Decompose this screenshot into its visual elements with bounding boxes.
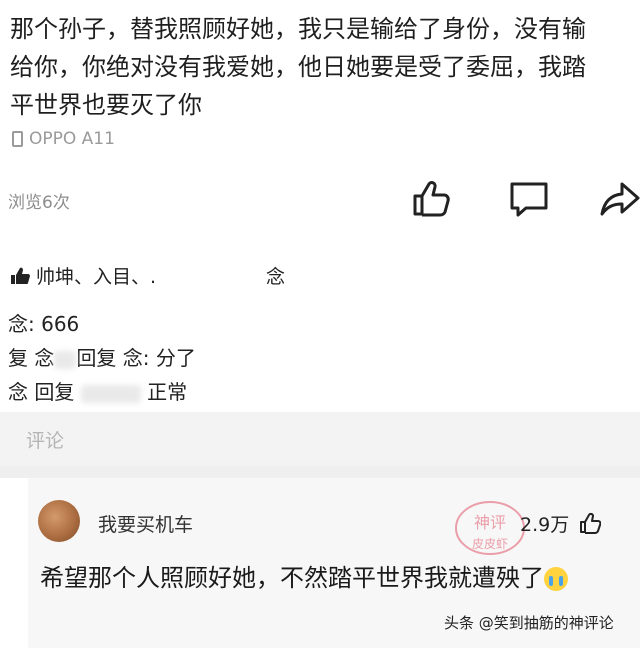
comment-author: 念 [8,380,28,404]
comment-author: 复 念 [8,346,55,370]
top-comment-body: 希望那个人照顾好她，不然踏平世界我就遭殃了 [40,564,544,592]
reply-label: 回复 [34,380,75,404]
watermark-line2: 皮皮虾 [472,537,508,551]
device-label: OPPO A11 [12,129,115,149]
device-name: OPPO A11 [29,129,115,149]
likers-tail: 念 [266,266,286,288]
comment-icon[interactable] [508,176,550,220]
post-text: 那个孙子，替我照顾好她，我只是输给了身份，没有输 给你，你绝对没有我爱她，他日她… [10,15,586,119]
section-divider [0,466,640,478]
top-comment-text: 希望那个人照顾好她，不然踏平世界我就遭殃了 [40,558,630,598]
post-screenshot: 那个孙子，替我照顾好她，我只是输给了身份，没有输 给你，你绝对没有我爱她，他日她… [0,0,640,466]
redacted-name [54,350,77,369]
redacted-name [80,384,141,403]
view-count: 浏览6次 [8,193,70,213]
share-icon[interactable] [600,176,640,220]
reply-label: 回复 [76,346,117,370]
thumbs-up-icon[interactable] [579,512,602,534]
avatar[interactable] [38,500,80,542]
likes-row: 帅坤、入目、. [10,262,156,289]
comment-username[interactable]: 我要买机车 [98,510,193,537]
small-thumbs-up-icon [11,267,30,284]
thumbs-up-icon[interactable] [410,176,452,220]
watermark-line1: 神评 [474,513,506,532]
comment-author: 念 [8,312,28,336]
comment-item: 复 念回复 念: 分了 [8,342,196,371]
comment-input-placeholder: 评论 [26,430,65,452]
comment-separator: : [142,346,156,370]
comment-item: 念: 666 [8,308,79,337]
likers: 帅坤、入目、. [36,266,157,288]
comment-text: 分了 [155,346,196,370]
source-attribution: 头条 @笑到抽筋的神评论 [444,614,614,632]
crying-emoji-icon [544,567,568,591]
comment-text: 正常 [147,380,188,404]
reply-target: 念 [122,346,143,370]
comment-separator: : [28,312,42,336]
like-count: 2.9万 [520,510,602,537]
like-count-value: 2.9万 [520,514,570,536]
comment-item: 念 回复 正常 [8,376,187,405]
comment-text: 666 [41,312,80,336]
phone-icon [12,131,23,147]
comment-input[interactable]: 评论 [0,412,640,466]
